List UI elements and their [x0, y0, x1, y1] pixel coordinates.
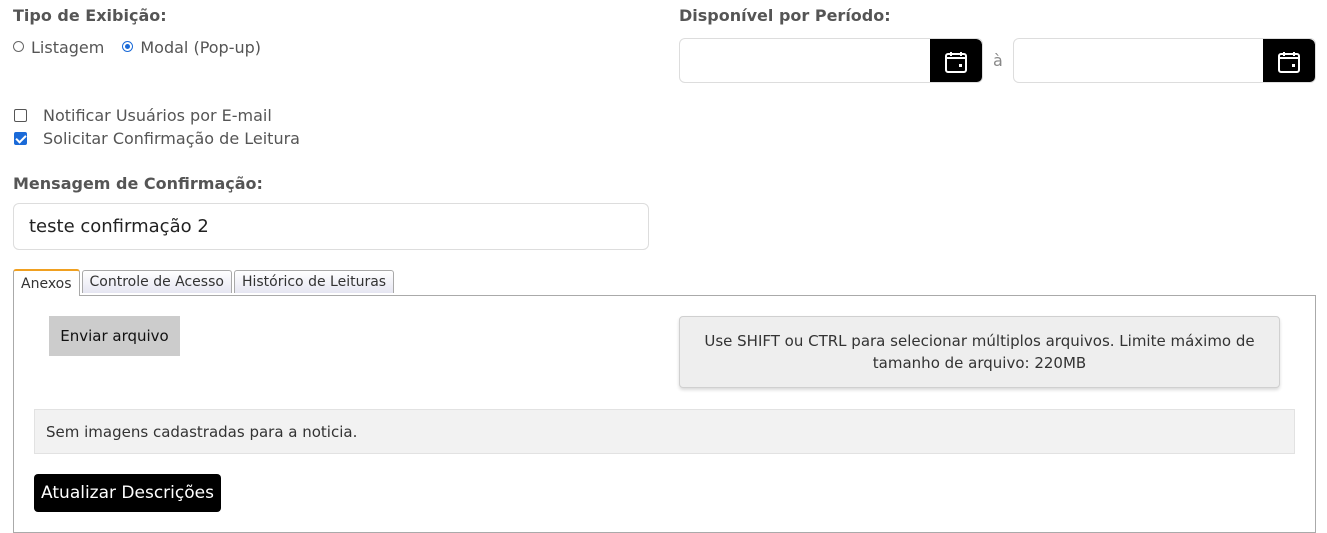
period-separator: à	[993, 51, 1003, 70]
period-end-calendar-button[interactable]	[1263, 39, 1315, 82]
period-start-input[interactable]	[679, 38, 983, 83]
upload-info-box: Use SHIFT ou CTRL para selecionar múltip…	[679, 316, 1280, 388]
period-start-calendar-button[interactable]	[930, 39, 982, 82]
radio-listagem-label[interactable]: Listagem	[31, 38, 104, 57]
notify-email-label[interactable]: Notificar Usuários por E-mail	[43, 106, 272, 125]
display-type-radio-group: Listagem Modal (Pop-up)	[13, 38, 261, 57]
radio-modal-label[interactable]: Modal (Pop-up)	[140, 38, 261, 57]
confirmation-message-label: Mensagem de Confirmação:	[13, 174, 263, 193]
period-end-input[interactable]	[1013, 38, 1316, 83]
read-confirmation-label[interactable]: Solicitar Confirmação de Leitura	[43, 129, 300, 148]
update-descriptions-button[interactable]: Atualizar Descrições	[34, 474, 221, 512]
read-confirmation-row: Solicitar Confirmação de Leitura	[14, 129, 300, 148]
radio-listagem[interactable]	[13, 41, 24, 52]
calendar-icon	[1278, 51, 1300, 73]
tab-historico-de-leituras[interactable]: Histórico de Leituras	[233, 270, 395, 293]
tab-bar: Anexos Controle de Acesso Histórico de L…	[13, 269, 396, 296]
confirmation-message-input[interactable]: teste confirmação 2	[13, 203, 649, 250]
display-type-label: Tipo de Exibição:	[13, 6, 167, 25]
tab-controle-de-acesso[interactable]: Controle de Acesso	[81, 270, 232, 293]
radio-modal[interactable]	[122, 41, 134, 52]
calendar-icon	[945, 51, 967, 73]
notify-email-row: Notificar Usuários por E-mail	[14, 106, 272, 125]
upload-info-text: Use SHIFT ou CTRL para selecionar múltip…	[704, 332, 1255, 372]
empty-images-text: Sem imagens cadastradas para a noticia.	[46, 422, 358, 441]
empty-images-message: Sem imagens cadastradas para a noticia.	[34, 409, 1295, 454]
notify-email-checkbox[interactable]	[14, 109, 27, 122]
period-label: Disponível por Período:	[679, 6, 891, 25]
read-confirmation-checkbox[interactable]	[14, 132, 27, 145]
tab-anexos[interactable]: Anexos	[13, 269, 80, 296]
upload-file-button[interactable]: Enviar arquivo	[49, 316, 180, 356]
